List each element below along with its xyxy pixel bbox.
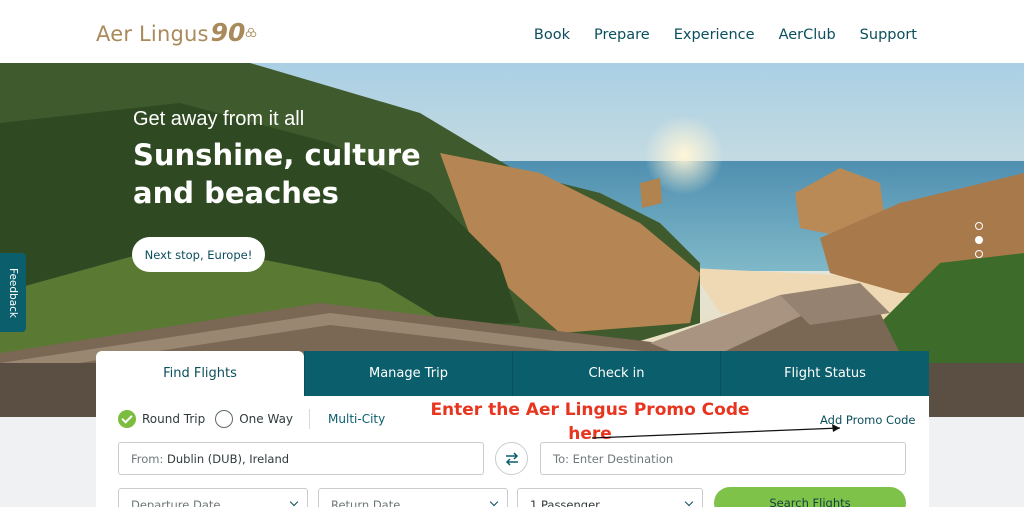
tab-flight-status[interactable]: Flight Status [720, 351, 929, 396]
return-date-select[interactable]: Return Date [318, 488, 508, 507]
round-trip-label[interactable]: Round Trip [142, 412, 205, 426]
passengers-value: 1 Passenger [530, 498, 600, 507]
return-date-placeholder: Return Date [331, 498, 401, 507]
carousel-dot-2[interactable] [975, 236, 983, 244]
to-placeholder: Enter Destination [572, 451, 674, 466]
main-nav: Book Prepare Experience AerClub Support [534, 27, 917, 43]
next-stop-europe-button[interactable]: Next stop, Europe! [132, 237, 265, 272]
from-label: From: [131, 451, 164, 466]
trip-type-selector: Round Trip One Way Multi-City [118, 409, 385, 429]
one-way-label[interactable]: One Way [239, 412, 293, 426]
logo-number: 90 [210, 18, 246, 47]
from-value: Dublin (DUB), Ireland [167, 451, 290, 466]
nav-prepare[interactable]: Prepare [594, 27, 650, 43]
swap-airports-button[interactable] [495, 442, 528, 475]
nav-book[interactable]: Book [534, 27, 570, 43]
departure-date-placeholder: Departure Date [131, 498, 221, 507]
feedback-tab[interactable]: Feedback [0, 253, 26, 332]
feedback-label: Feedback [7, 267, 20, 318]
carousel-dot-3[interactable] [975, 250, 983, 258]
booking-tabs: Find Flights Manage Trip Check in Flight… [96, 351, 929, 396]
nav-support[interactable]: Support [860, 27, 917, 43]
chevron-down-icon [684, 497, 694, 507]
passengers-select[interactable]: 1 Passenger [517, 488, 703, 507]
departure-date-select[interactable]: Departure Date [118, 488, 308, 507]
annotation-arrow-icon [591, 424, 841, 439]
hero-subtitle: Get away from it all [133, 108, 305, 130]
aer-lingus-logo[interactable]: Aer Lingus 90 [96, 18, 259, 47]
hero-title: Sunshine, culture and beaches [133, 138, 421, 210]
tab-manage-trip[interactable]: Manage Trip [304, 351, 512, 396]
swap-arrows-icon [505, 451, 518, 466]
carousel-dots [975, 222, 983, 258]
nav-aerclub[interactable]: AerClub [779, 27, 836, 43]
round-trip-radio[interactable] [118, 410, 136, 428]
from-field[interactable]: From: Dublin (DUB), Ireland [118, 442, 484, 475]
site-header: Aer Lingus 90 Book Prepare Experience Ae… [0, 0, 1024, 63]
search-flights-button[interactable]: Search Flights [714, 487, 906, 507]
tab-find-flights[interactable]: Find Flights [96, 351, 304, 396]
multi-city-link[interactable]: Multi-City [328, 412, 385, 426]
logo-text: Aer Lingus [96, 22, 209, 46]
tab-check-in[interactable]: Check in [512, 351, 720, 396]
nav-experience[interactable]: Experience [674, 27, 755, 43]
chevron-down-icon [289, 497, 299, 507]
carousel-dot-1[interactable] [975, 222, 983, 230]
chevron-down-icon [489, 497, 499, 507]
divider [309, 409, 311, 429]
shamrock-icon [246, 27, 257, 38]
to-label: To: [553, 451, 569, 466]
one-way-radio[interactable] [215, 410, 234, 428]
